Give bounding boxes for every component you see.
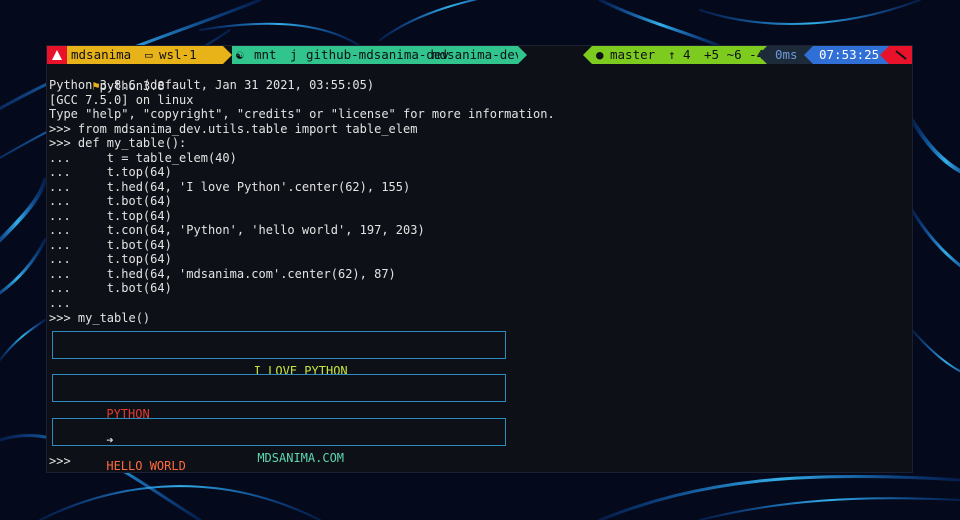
venv-line: ⚑python3.8	[92, 79, 165, 93]
output-line: ... t.con(64, 'Python', 'hello world', 1…	[49, 223, 425, 237]
output-line: >>> my_table()	[49, 311, 151, 325]
clock: 07:53:25	[819, 47, 880, 62]
table-header-box: I LOVE PYTHON	[52, 331, 506, 378]
output-line: ... t.top(64)	[49, 252, 172, 266]
output-line: >>> from mdsanima_dev.utils.table import…	[49, 122, 418, 136]
output-line: ... t.top(64)	[49, 165, 172, 179]
path-segment: ☯ mnt j github-mdsanima-dev mdsanima-dev	[232, 46, 527, 64]
git-changes: +5 ~6 -4	[704, 47, 765, 62]
hostname: wsl-1	[159, 47, 197, 62]
powerline-prompt: mdsanima ▭ wsl-1 ☯ mnt j github-mdsanima…	[47, 46, 912, 64]
output-line: Type "help", "copyright", "credits" or "…	[49, 107, 555, 121]
table-header-text: MDSANIMA.COM	[257, 451, 345, 465]
output-line: ... t.bot(64)	[49, 238, 172, 252]
table-header-box: MDSANIMA.COM	[52, 418, 506, 465]
github-icon: ●	[596, 47, 604, 62]
git-ahead: ↑ 4	[668, 47, 691, 62]
output-line: ... t.bot(64)	[49, 281, 172, 295]
terminal-output[interactable]: ⚑python3.8 Python 3.8.6 (default, Jan 31…	[49, 64, 912, 472]
output-line: ... t.bot(64)	[49, 194, 172, 208]
output-line: [GCC 7.5.0] on linux	[49, 93, 194, 107]
output-line: ... t.hed(64, 'I love Python'.center(62)…	[49, 180, 411, 194]
table-value: HELLO WORLD	[106, 459, 186, 472]
output-line: >>> def my_table():	[49, 136, 187, 150]
exec-time: 0ms	[775, 47, 798, 62]
output-line: ...	[49, 296, 71, 310]
output-line: ... t.hed(64, 'mdsanima.com'.center(62),…	[49, 267, 396, 281]
clock-status-icon	[880, 46, 912, 64]
path-part: github-mdsanima-dev	[306, 47, 449, 62]
folder-icon: ☯	[236, 47, 244, 62]
table-content-box: PYTHON ➔ HELLO WORLD	[52, 374, 506, 472]
input-prompt[interactable]: >>>	[49, 454, 71, 469]
path-part: mnt	[254, 47, 277, 62]
path-part: mdsanima-dev	[432, 47, 523, 62]
output-line: Python 3.8.6 (default, Jan 31 2021, 03:5…	[49, 78, 375, 92]
path-part: j	[290, 47, 298, 62]
os-icon	[47, 46, 67, 64]
username: mdsanima	[71, 47, 132, 62]
git-branch: master	[610, 47, 656, 62]
output-line: ... t = table_elem(40)	[49, 151, 237, 165]
terminal-icon: ▭	[145, 47, 153, 62]
terminal-window[interactable]: mdsanima ▭ wsl-1 ☯ mnt j github-mdsanima…	[47, 46, 912, 472]
output-line: ... t.top(64)	[49, 209, 172, 223]
